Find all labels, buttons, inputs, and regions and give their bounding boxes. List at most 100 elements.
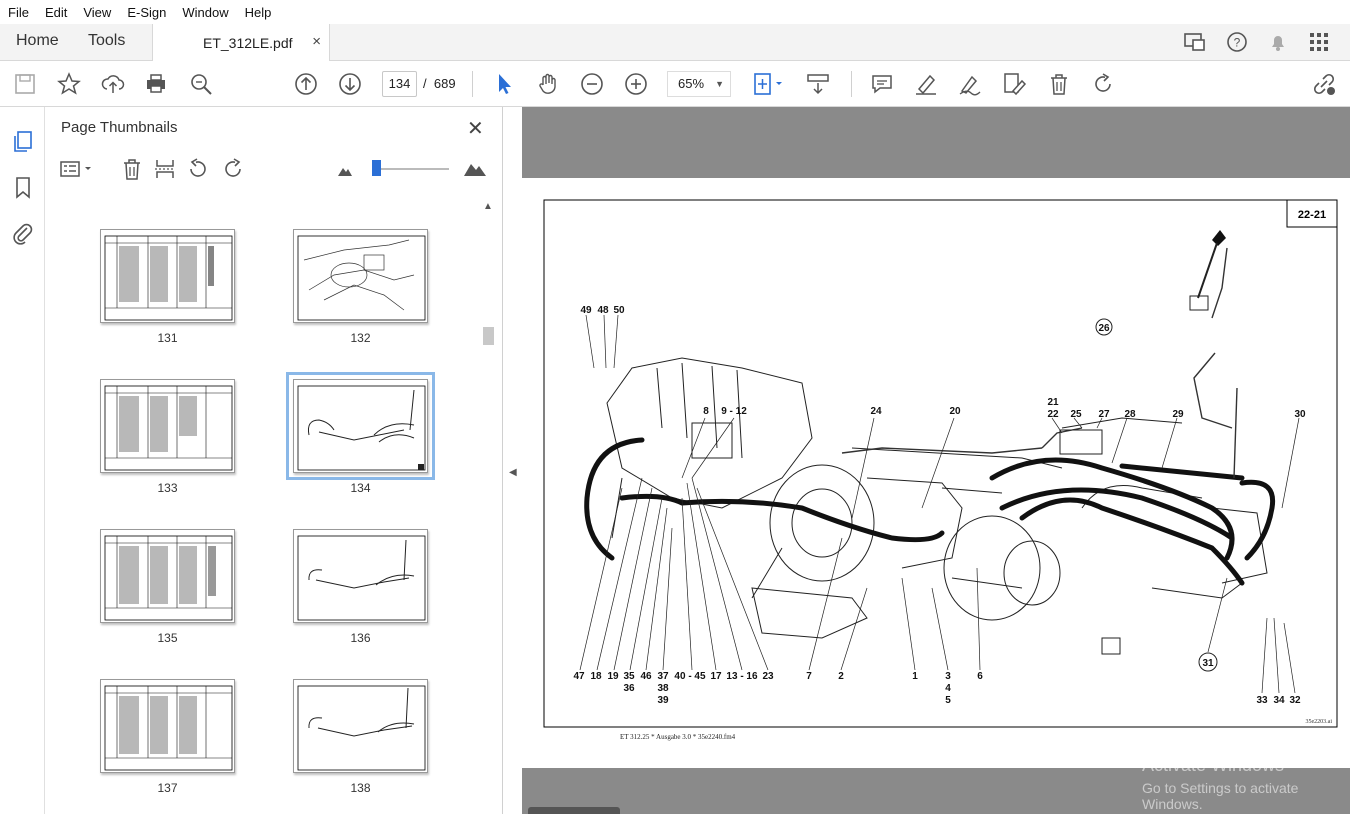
tab-document[interactable]: ET_312LE.pdf × [152, 24, 330, 61]
callout: 18 [590, 671, 602, 682]
print-icon[interactable] [143, 71, 169, 97]
tab-bar: Home Tools ET_312LE.pdf × ? [0, 24, 1350, 61]
main-toolbar: 134 / 689 65% ▼ [0, 61, 1350, 107]
scrollbar-thumb[interactable] [483, 327, 494, 345]
thumbnail-133[interactable] [100, 379, 235, 473]
thumbnail-label: 131 [157, 331, 178, 345]
delete-icon[interactable] [1046, 71, 1072, 97]
thumbnails-panel: Page Thumbnails ✕ 131 132 133 134 135 13… [45, 107, 503, 814]
apps-grid-icon[interactable] [1307, 30, 1331, 54]
menu-file[interactable]: File [0, 5, 37, 20]
callout: 19 [607, 671, 619, 682]
thumbnail-138[interactable] [293, 679, 428, 773]
insert-page-icon[interactable] [153, 157, 177, 181]
callout: 50 [613, 305, 625, 316]
zoom-in-icon[interactable] [623, 71, 649, 97]
callout: 21 [1047, 397, 1059, 408]
hydraulic-hoses [584, 437, 1276, 586]
page-up-icon[interactable] [293, 71, 319, 97]
help-icon[interactable]: ? [1225, 30, 1249, 54]
thumbnail-134[interactable] [286, 372, 435, 480]
search-zoom-icon[interactable] [188, 71, 214, 97]
callout: 26 [1098, 323, 1110, 334]
callout: 23 [762, 671, 774, 682]
hand-icon[interactable] [535, 71, 561, 97]
bookmarks-icon[interactable] [11, 175, 35, 199]
page-number-input[interactable]: 134 [382, 71, 417, 97]
thumbnail-131[interactable] [100, 229, 235, 323]
tab-tools[interactable]: Tools [88, 32, 125, 50]
large-mountain-icon[interactable] [463, 159, 487, 177]
comment-icon[interactable] [869, 71, 895, 97]
callout: 3 [945, 671, 951, 682]
callout: 5 [945, 695, 951, 706]
zoom-select[interactable]: 65% ▼ [667, 71, 731, 97]
thumbnail-label: 138 [350, 781, 371, 795]
notification-bell-icon[interactable] [1266, 30, 1290, 54]
activation-watermark-title: Activate Windows [1142, 755, 1285, 775]
scroll-mode-icon[interactable] [805, 71, 831, 97]
hydraulic-tubes [841, 247, 1238, 479]
zoom-out-icon[interactable] [579, 71, 605, 97]
small-mountain-icon[interactable] [337, 163, 353, 177]
menu-help[interactable]: Help [237, 5, 280, 20]
thumbnail-132[interactable] [293, 229, 428, 323]
page-separator: / [423, 76, 427, 91]
menu-esign[interactable]: E-Sign [119, 5, 174, 20]
page-thumbnails-icon[interactable] [11, 129, 35, 153]
toolbar-divider [472, 71, 473, 97]
close-panel-icon[interactable]: ✕ [467, 116, 484, 141]
tab-home[interactable]: Home [16, 32, 59, 50]
callout: 2 [838, 671, 844, 682]
document-view[interactable]: 22-21 49 48 50 8 9 - 12 24 20 21 22 25 2… [522, 107, 1350, 814]
thumbnail-label: 136 [350, 631, 371, 645]
menu-window[interactable]: Window [174, 5, 236, 20]
page-down-icon[interactable] [337, 71, 363, 97]
share-screen-icon[interactable] [1183, 30, 1207, 54]
callout: 24 [870, 406, 882, 417]
thumbnail-label: 135 [157, 631, 178, 645]
small-filter [1101, 637, 1121, 655]
callout: 34 [1273, 695, 1285, 706]
rotate-right-icon[interactable] [221, 157, 245, 181]
thumbnail-137[interactable] [100, 679, 235, 773]
delete-page-icon[interactable] [120, 157, 144, 181]
thumbnail-size-slider-knob[interactable] [372, 160, 381, 176]
callout: 4 [945, 683, 951, 694]
thumbnail-options-icon[interactable] [59, 157, 97, 181]
edit-icon[interactable] [1001, 71, 1027, 97]
rotate-icon[interactable] [1090, 71, 1116, 97]
callout: 22 [1047, 409, 1059, 420]
total-pages: 689 [433, 76, 456, 91]
close-tab-icon[interactable]: × [312, 33, 321, 50]
panel-title: Page Thumbnails [61, 119, 178, 136]
star-icon[interactable] [56, 71, 82, 97]
thumbnail-label: 137 [157, 781, 178, 795]
rotate-left-icon[interactable] [186, 157, 210, 181]
share-link-icon[interactable] [1311, 71, 1337, 97]
panel-splitter[interactable]: ◀ [503, 107, 522, 814]
pointer-icon[interactable] [491, 71, 517, 97]
thumbnail-scrollbar[interactable]: ▲ [481, 201, 496, 814]
next-page-edge [528, 807, 620, 814]
highlight-icon[interactable] [913, 71, 939, 97]
callout: 47 [573, 671, 585, 682]
callout-numbers: 49 48 50 8 9 - 12 24 20 21 22 25 26 27 2… [573, 305, 1306, 706]
menu-edit[interactable]: Edit [37, 5, 75, 20]
collapse-panel-icon[interactable]: ◀ [509, 467, 517, 478]
callout: 35 [623, 671, 635, 682]
attachments-icon[interactable] [11, 221, 35, 245]
scroll-up-icon[interactable]: ▲ [483, 201, 493, 212]
thumbnail-size-slider-track[interactable] [375, 168, 449, 170]
upload-icon[interactable] [100, 71, 126, 97]
thumbnail-135[interactable] [100, 529, 235, 623]
sign-icon[interactable] [957, 71, 983, 97]
toolbar-divider [851, 71, 852, 97]
save-icon[interactable] [12, 71, 38, 97]
page-footer: ET 312.25 * Ausgabe 3.0 * 35e2240.fm4 [620, 733, 736, 741]
thumbnail-136[interactable] [293, 529, 428, 623]
callout: 32 [1289, 695, 1301, 706]
chevron-down-icon: ▼ [715, 79, 724, 89]
fit-page-icon[interactable] [751, 71, 787, 97]
menu-view[interactable]: View [75, 5, 119, 20]
